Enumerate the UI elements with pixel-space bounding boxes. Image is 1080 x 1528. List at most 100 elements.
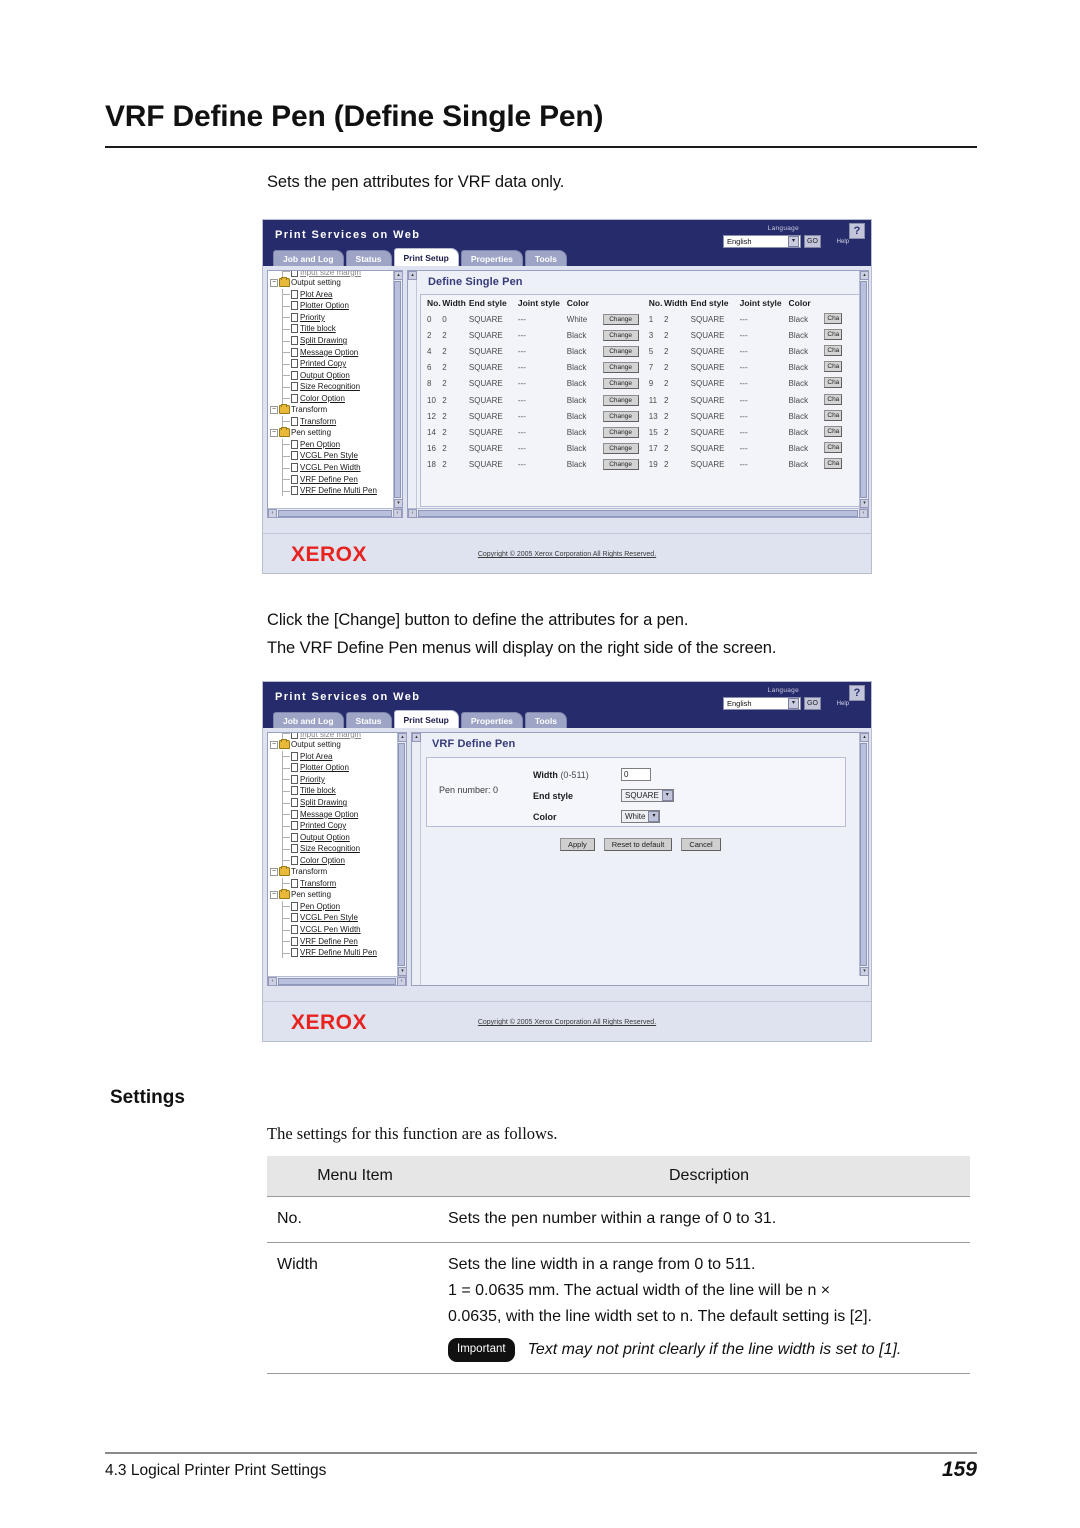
tree-item-output-option[interactable]: Output Option [270, 831, 397, 843]
tree-item-vrf-define-multi-pen[interactable]: VRF Define Multi Pen [270, 946, 397, 959]
go-button-1[interactable]: GO [804, 235, 821, 248]
tab-status[interactable]: Status [345, 250, 392, 266]
tree-item-vcgl-pen-width[interactable]: VCGL Pen Width [270, 461, 393, 474]
tree-item-message-option[interactable]: Message Option [270, 346, 393, 358]
tree-item-vcgl-pen-style[interactable]: VCGL Pen Style [270, 450, 393, 462]
chevron-down-icon[interactable]: ▾ [788, 236, 799, 247]
change-button[interactable]: Change [602, 443, 639, 455]
tree-item-plot-area[interactable]: Plot Area [270, 288, 393, 301]
tree-item-split-drawing[interactable]: Split Drawing [270, 334, 393, 347]
tree-group-pen-setting[interactable]: − Pen setting [270, 889, 397, 901]
tree-item-size-recognition[interactable]: Size Recognition [270, 380, 393, 393]
tree-group-output-setting[interactable]: − Output setting [270, 739, 397, 751]
scroll-up-icon[interactable]: ▴ [860, 733, 869, 742]
tree-item-vcgl-pen-width[interactable]: VCGL Pen Width [270, 923, 397, 936]
tree-item-plot-area[interactable]: Plot Area [270, 750, 397, 763]
scroll-down-icon[interactable]: ▾ [860, 967, 869, 976]
change-button[interactable]: Change [602, 313, 639, 325]
scroll-thumb[interactable] [394, 281, 401, 498]
scroll-up-icon[interactable]: ▴ [394, 271, 402, 280]
tree-item-color-option[interactable]: Color Option [270, 854, 397, 867]
expand-toggle-icon[interactable]: − [270, 867, 278, 876]
tree-item-priority[interactable]: Priority [270, 773, 397, 786]
tree-group-pen-setting[interactable]: − Pen setting [270, 427, 393, 439]
change-button[interactable]: Change [602, 459, 639, 471]
tree-item-size-recognition[interactable]: Size Recognition [270, 842, 397, 855]
tree-item-vcgl-pen-style[interactable]: VCGL Pen Style [270, 912, 397, 924]
scroll-thumb[interactable] [398, 743, 405, 966]
scroll-down-icon[interactable]: ▾ [398, 967, 406, 976]
change-button[interactable]: Change [602, 410, 639, 422]
tree-item-title-block[interactable]: Title block [270, 323, 393, 335]
tab-tools[interactable]: Tools [524, 712, 567, 728]
tree-item-color-option[interactable]: Color Option [270, 392, 393, 405]
tab-properties[interactable]: Properties [460, 250, 523, 266]
help-icon[interactable]: ? [849, 223, 865, 239]
change-button[interactable]: Cha [824, 458, 843, 470]
language-select-2[interactable]: English ▾ [723, 697, 801, 710]
tab-job-and-log[interactable]: Job and Log [273, 250, 344, 266]
tree-item-priority[interactable]: Priority [270, 311, 393, 324]
scroll-left-icon[interactable]: ‹ [268, 976, 277, 985]
tree-item-transform[interactable]: Transform [270, 877, 397, 890]
tree-group-output-setting[interactable]: − Output setting [270, 277, 393, 289]
tab-print-setup[interactable]: Print Setup [393, 710, 459, 728]
change-button[interactable]: Change [602, 378, 639, 390]
tree-item-plotter-option[interactable]: Plotter Option [270, 300, 393, 312]
tree-item-vrf-define-multi-pen[interactable]: VRF Define Multi Pen [270, 484, 393, 497]
width-input[interactable]: 0 [621, 768, 651, 781]
change-button[interactable]: Cha [824, 393, 843, 405]
expand-toggle-icon[interactable]: − [270, 740, 278, 749]
scroll-thumb[interactable] [418, 509, 858, 517]
expand-toggle-icon[interactable]: − [270, 278, 278, 287]
change-button[interactable]: Cha [824, 312, 843, 324]
scroll-thumb[interactable] [278, 509, 392, 517]
tree-item-transform[interactable]: Transform [270, 415, 393, 428]
sidebar-vscrollbar-2[interactable]: ▴ ▾ [397, 733, 406, 976]
scroll-up-icon[interactable]: ▴ [408, 271, 417, 280]
chevron-down-icon[interactable]: ▾ [788, 698, 799, 709]
tree-item-title-block[interactable]: Title block [270, 785, 397, 797]
tree-group-transform[interactable]: − Transform [270, 404, 393, 416]
change-button[interactable]: Cha [824, 377, 843, 389]
scroll-up-icon[interactable]: ▴ [860, 271, 869, 280]
expand-toggle-icon[interactable]: − [270, 890, 278, 899]
tab-status[interactable]: Status [345, 712, 392, 728]
chevron-down-icon[interactable]: ▾ [648, 811, 660, 822]
tree-item-pen-option[interactable]: Pen Option [270, 438, 393, 451]
content-vscrollbar-2[interactable]: ▴ ▾ [859, 733, 869, 976]
change-button[interactable]: Cha [824, 361, 843, 373]
expand-toggle-icon[interactable]: − [270, 405, 278, 414]
tree-item-pen-option[interactable]: Pen Option [270, 900, 397, 913]
panel-left-scroll-2[interactable]: ▴ [412, 733, 421, 985]
sidebar-vscrollbar-1[interactable]: ▴ ▾ [393, 271, 402, 508]
tab-print-setup[interactable]: Print Setup [393, 248, 459, 266]
scroll-up-icon[interactable]: ▴ [412, 733, 421, 742]
scroll-right-icon[interactable]: › [859, 508, 868, 518]
tab-job-and-log[interactable]: Job and Log [273, 712, 344, 728]
endstyle-select[interactable]: SQUARE ▾ [621, 789, 674, 802]
scroll-left-icon[interactable]: ‹ [408, 508, 417, 518]
scroll-down-icon[interactable]: ▾ [860, 499, 869, 508]
scroll-down-icon[interactable]: ▾ [394, 499, 402, 508]
tree-item-printed-copy[interactable]: Printed Copy [270, 357, 393, 370]
content-vscrollbar-1[interactable]: ▴ ▾ [859, 271, 869, 508]
cancel-button[interactable]: Cancel [681, 838, 721, 851]
change-button[interactable]: Cha [824, 409, 843, 421]
tab-tools[interactable]: Tools [524, 250, 567, 266]
help-icon[interactable]: ? [849, 685, 865, 701]
go-button-2[interactable]: GO [804, 697, 821, 710]
tab-properties[interactable]: Properties [460, 712, 523, 728]
tree-item-vrf-define-pen[interactable]: VRF Define Pen [270, 935, 397, 947]
change-button[interactable]: Change [602, 362, 639, 374]
expand-toggle-icon[interactable]: − [270, 428, 278, 437]
color-select[interactable]: White ▾ [621, 810, 661, 823]
sidebar-hscrollbar-2[interactable]: ‹ › [268, 976, 406, 985]
tree-item-message-option[interactable]: Message Option [270, 808, 397, 820]
reset-to-default-button[interactable]: Reset to default [603, 838, 673, 851]
sidebar-hscrollbar-1[interactable]: ‹ › [268, 508, 402, 517]
apply-button[interactable]: Apply [560, 838, 595, 851]
change-button[interactable]: Change [602, 329, 639, 341]
panel-left-scroll-1[interactable]: ▴ [408, 271, 417, 517]
tree-item-plotter-option[interactable]: Plotter Option [270, 762, 397, 774]
